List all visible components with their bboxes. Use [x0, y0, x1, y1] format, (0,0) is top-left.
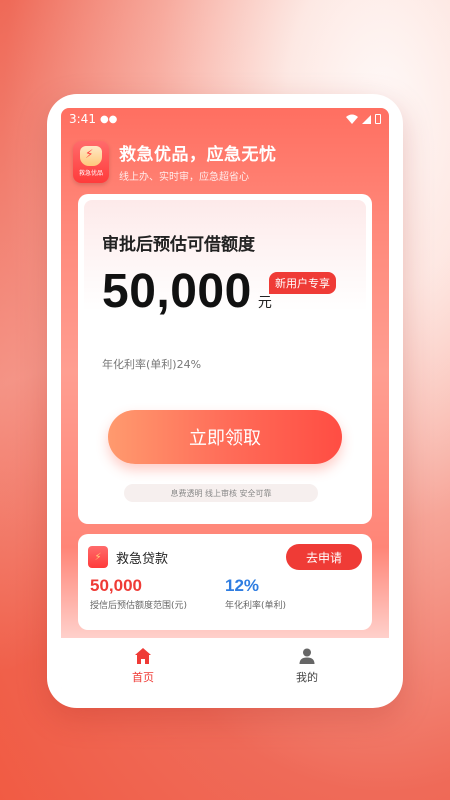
- new-user-badge: 新用户专享: [269, 272, 336, 294]
- phone-frame: 3:41 ●● 救急优品 救急优品，应急无忧 线上办、实时审，应急超省心 审批后…: [47, 94, 403, 708]
- apply-button[interactable]: 去申请: [286, 544, 362, 570]
- app-logo: 救急优品: [73, 140, 109, 183]
- nav-item-me[interactable]: 我的: [225, 638, 389, 694]
- loan-amount: 50,000: [90, 576, 142, 595]
- credit-card: 审批后预估可借额度 50,000 元 新用户专享 年化利率(单利)24% 立即领…: [78, 194, 372, 524]
- card-title: 审批后预估可借额度: [102, 235, 255, 255]
- signal-icon: [362, 114, 371, 124]
- nav-item-home[interactable]: 首页: [61, 638, 225, 694]
- loan-amount-label: 授信后预估额度范围(元): [90, 601, 188, 611]
- logo-text: 救急优品: [78, 170, 103, 177]
- loan-product-card[interactable]: ⚡ 救急贷款 去申请 50,000 授信后预估额度范围(元) 12% 年化利率(…: [78, 534, 372, 630]
- nav-label-me: 我的: [296, 671, 318, 684]
- bottom-nav: 首页 我的: [61, 638, 389, 694]
- status-bar: 3:41 ●●: [61, 108, 389, 130]
- loan-name: 救急贷款: [116, 551, 169, 567]
- battery-icon: [375, 114, 381, 124]
- trust-notice: 息费透明 线上审核 安全可靠: [124, 484, 318, 502]
- home-icon: [135, 648, 151, 664]
- credit-amount: 50,000: [102, 265, 252, 318]
- app-sub-slogan: 线上办、实时审，应急超省心: [119, 172, 249, 183]
- nav-label-home: 首页: [132, 671, 154, 684]
- message-icon: ●●: [99, 113, 118, 125]
- app-header: 救急优品 救急优品，应急无忧 线上办、实时审，应急超省心: [61, 130, 389, 183]
- loan-logo: ⚡: [88, 546, 108, 568]
- claim-button[interactable]: 立即领取: [108, 410, 342, 464]
- money-bag-icon: [80, 146, 102, 166]
- loan-rate: 12%: [225, 576, 260, 595]
- money-bag-icon: ⚡: [94, 551, 102, 563]
- app-slogan: 救急优品，应急无忧: [119, 145, 277, 165]
- rate-text: 年化利率(单利)24%: [102, 358, 202, 371]
- amount-unit: 元: [257, 295, 272, 311]
- app-screen: 3:41 ●● 救急优品 救急优品，应急无忧 线上办、实时审，应急超省心 审批后…: [61, 108, 389, 694]
- loan-rate-label: 年化利率(单利): [225, 601, 287, 611]
- status-time: 3:41: [69, 112, 96, 126]
- user-icon: [299, 648, 315, 664]
- wifi-icon: [346, 114, 358, 124]
